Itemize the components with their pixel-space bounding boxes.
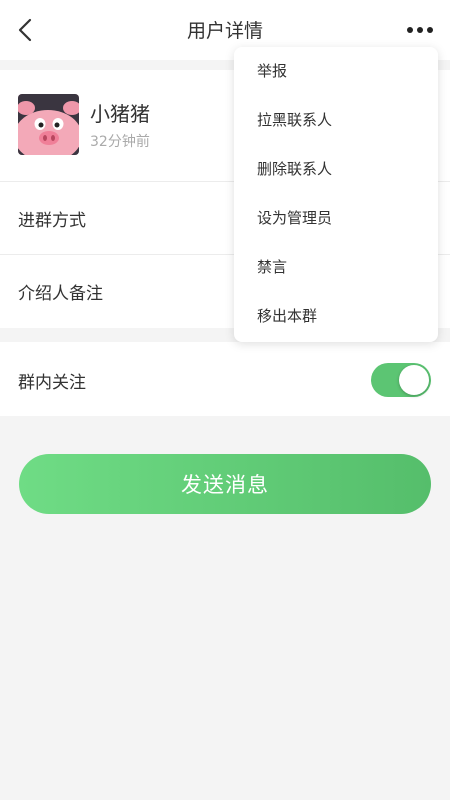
menu-item-block-contact[interactable]: 拉黑联系人 (234, 96, 438, 145)
send-message-button[interactable]: 发送消息 (19, 454, 431, 514)
chevron-left-icon[interactable] (14, 16, 38, 44)
group-follow-row: 群内关注 (0, 342, 450, 416)
more-horizontal-icon[interactable] (406, 22, 434, 38)
referrer-note-label: 介绍人备注 (18, 284, 103, 304)
join-method-label: 进群方式 (18, 211, 86, 231)
more-actions-menu: 举报 拉黑联系人 删除联系人 设为管理员 禁言 移出本群 (234, 47, 438, 342)
toggle-knob (399, 365, 429, 395)
last-seen-time: 32分钟前 (90, 134, 150, 150)
pig-avatar[interactable] (18, 94, 79, 155)
group-follow-toggle[interactable] (371, 363, 431, 397)
page-title: 用户详情 (186, 20, 263, 42)
menu-item-delete-contact[interactable]: 删除联系人 (234, 145, 438, 194)
user-nickname: 小猪猪 (90, 102, 150, 126)
group-follow-label: 群内关注 (18, 373, 86, 393)
menu-item-set-admin[interactable]: 设为管理员 (234, 194, 438, 243)
menu-item-remove-from-group[interactable]: 移出本群 (234, 292, 438, 341)
menu-item-report[interactable]: 举报 (234, 47, 438, 96)
menu-item-mute[interactable]: 禁言 (234, 243, 438, 292)
